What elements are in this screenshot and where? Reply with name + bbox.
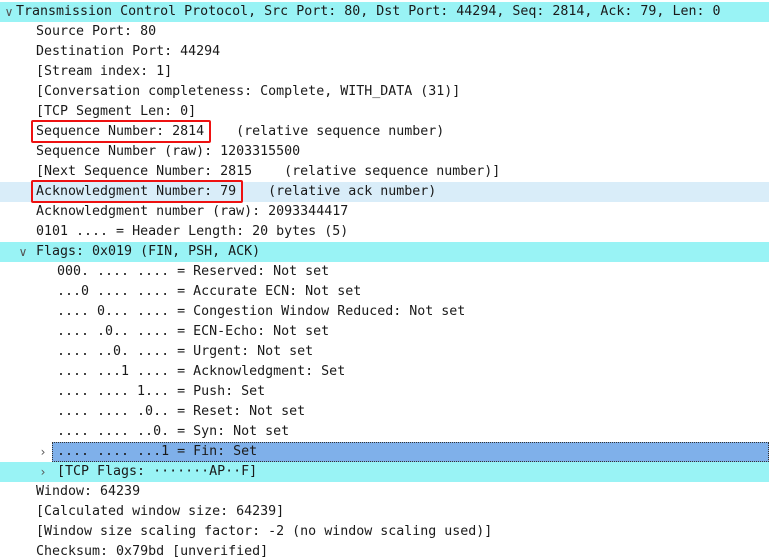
row-text: Checksum: 0x79bd [unverified] xyxy=(36,544,269,559)
window-row: Window: 64239 xyxy=(0,482,769,502)
row-text: Window: 64239 xyxy=(36,484,141,499)
row-text: Sequence Number (raw): 1203315500 xyxy=(36,144,301,159)
conversation-completeness-row: [Conversation completeness: Complete, WI… xyxy=(0,82,769,102)
acknowledgment-number-row: Acknowledgment Number: 79 (relative ack … xyxy=(0,182,769,202)
row-text: Transmission Control Protocol, Src Port:… xyxy=(16,4,721,19)
calculated-window-size-row: [Calculated window size: 64239] xyxy=(0,502,769,522)
row-text: .... .... ..0. = Syn: Not set xyxy=(57,424,290,439)
row-text: [Stream index: 1] xyxy=(36,64,173,79)
next-sequence-number-row: [Next Sequence Number: 2815 (relative se… xyxy=(0,162,769,182)
row-text: .... ...1 .... = Acknowledgment: Set xyxy=(57,364,346,379)
row-text: Destination Port: 44294 xyxy=(36,44,221,59)
row-text: Source Port: 80 xyxy=(36,24,157,39)
destination-port-row: Destination Port: 44294 xyxy=(0,42,769,62)
row-text: Flags: 0x019 (FIN, PSH, ACK) xyxy=(36,244,261,259)
flags-row[interactable]: ∨ Flags: 0x019 (FIN, PSH, ACK) xyxy=(0,242,769,262)
row-text: .... .0.. .... = ECN-Echo: Not set xyxy=(57,324,330,339)
row-text: 0101 .... = Header Length: 20 bytes (5) xyxy=(36,224,349,239)
row-text: .... 0... .... = Congestion Window Reduc… xyxy=(57,304,466,319)
row-text: [TCP Flags: ·······AP··F] xyxy=(57,464,258,479)
acknowledgment-number-raw-row: Acknowledgment number (raw): 2093344417 xyxy=(0,202,769,222)
packet-details-tree[interactable]: ∨ Transmission Control Protocol, Src Port… xyxy=(0,0,769,559)
flag-reserved-row: 000. .... .... = Reserved: Not set xyxy=(0,262,769,282)
row-text: .... .... ...1 = Fin: Set xyxy=(57,444,258,459)
row-text: [TCP Segment Len: 0] xyxy=(36,104,197,119)
row-text: Acknowledgment Number: 79 xyxy=(36,184,237,199)
row-text: [Next Sequence Number: 2815 (relative se… xyxy=(36,164,501,179)
row-text: .... .... 1... = Push: Set xyxy=(57,384,266,399)
tcp-segment-len-row: [TCP Segment Len: 0] xyxy=(0,102,769,122)
tcp-header-row[interactable]: ∨ Transmission Control Protocol, Src Port… xyxy=(0,2,769,22)
flag-acknowledgment-row: .... ...1 .... = Acknowledgment: Set xyxy=(0,362,769,382)
flag-urgent-row: .... ..0. .... = Urgent: Not set xyxy=(0,342,769,362)
flag-cwr-row: .... 0... .... = Congestion Window Reduc… xyxy=(0,302,769,322)
collapse-arrow-icon[interactable]: › xyxy=(36,442,50,462)
window-scaling-factor-row: [Window size scaling factor: -2 (no wind… xyxy=(0,522,769,542)
row-text: ...0 .... .... = Accurate ECN: Not set xyxy=(57,284,362,299)
row-text: 000. .... .... = Reserved: Not set xyxy=(57,264,330,279)
source-port-row: Source Port: 80 xyxy=(0,22,769,42)
flag-accurate-ecn-row: ...0 .... .... = Accurate ECN: Not set xyxy=(0,282,769,302)
checksum-row: Checksum: 0x79bd [unverified] xyxy=(0,542,769,559)
flag-fin-row[interactable]: ›.... .... ...1 = Fin: Set xyxy=(41,442,769,462)
flag-ecn-echo-row: .... .0.. .... = ECN-Echo: Not set xyxy=(0,322,769,342)
row-text: .... ..0. .... = Urgent: Not set xyxy=(57,344,314,359)
expand-arrow-icon[interactable]: ∨ xyxy=(2,2,16,22)
stream-index-row: [Stream index: 1] xyxy=(0,62,769,82)
flag-syn-row: .... .... ..0. = Syn: Not set xyxy=(0,422,769,442)
row-text: [Conversation completeness: Complete, WI… xyxy=(36,84,461,99)
row-text: Acknowledgment number (raw): 2093344417 xyxy=(36,204,349,219)
sequence-number-row: Sequence Number: 2814 (relative sequence… xyxy=(0,122,769,142)
tcp-flags-summary-row[interactable]: › [TCP Flags: ·······AP··F] xyxy=(0,462,769,482)
collapse-arrow-icon[interactable]: › xyxy=(36,462,50,482)
flag-reset-row: .... .... .0.. = Reset: Not set xyxy=(0,402,769,422)
row-text: Sequence Number: 2814 xyxy=(36,124,205,139)
row-text: [Window size scaling factor: -2 (no wind… xyxy=(36,524,493,539)
row-text: .... .... .0.. = Reset: Not set xyxy=(57,404,306,419)
row-suffix-text: (relative ack number) xyxy=(236,184,437,199)
flag-push-row: .... .... 1... = Push: Set xyxy=(0,382,769,402)
row-text: [Calculated window size: 64239] xyxy=(36,504,285,519)
header-length-row: 0101 .... = Header Length: 20 bytes (5) xyxy=(0,222,769,242)
expand-arrow-icon[interactable]: ∨ xyxy=(16,242,30,262)
row-suffix-text: (relative sequence number) xyxy=(204,124,445,139)
sequence-number-raw-row: Sequence Number (raw): 1203315500 xyxy=(0,142,769,162)
